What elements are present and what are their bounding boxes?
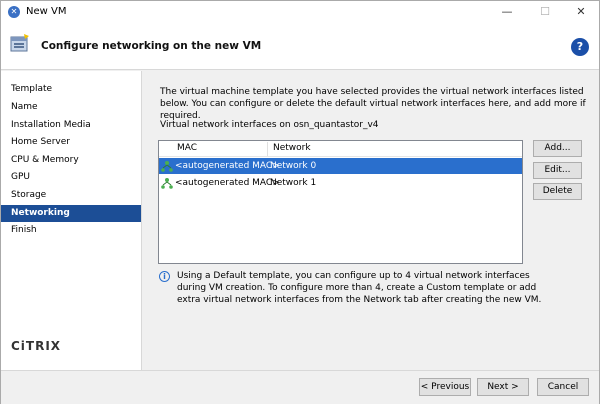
new-vm-window: ✕ New VM — ☐ ✕ Configure networking on t… [0,0,600,404]
window-title: New VM [26,6,67,17]
network-interface-icon [161,178,173,189]
table-row[interactable]: <autogenerated MAC> Network 1 [159,175,522,191]
column-header-mac[interactable]: MAC [177,143,197,153]
page-title: Configure networking on the new VM [41,40,262,52]
sidebar-item-gpu[interactable]: GPU [1,169,141,186]
intro-text: The virtual machine template you have se… [160,87,586,121]
citrix-logo: CiTRIX [11,339,62,353]
close-button[interactable]: ✕ [564,3,598,21]
cancel-button[interactable]: Cancel [537,378,589,396]
cell-mac: <autogenerated MAC> [175,178,280,188]
cell-mac: <autogenerated MAC> [175,161,280,171]
network-interface-icon [161,161,173,172]
vm-wizard-icon [10,34,29,52]
help-button[interactable]: ? [571,38,589,56]
xencenter-app-icon: ✕ [8,6,20,18]
column-header-network[interactable]: Network [273,143,311,153]
maximize-button[interactable]: ☐ [528,3,562,21]
cell-network: Network 0 [270,161,317,171]
info-icon: i [159,271,170,282]
wizard-steps-sidebar: Template Name Installation Media Home Se… [1,71,142,370]
interfaces-caption: Virtual network interfaces on osn_quanta… [160,120,379,130]
sidebar-item-template[interactable]: Template [1,81,141,98]
grid-header: MAC Network [159,141,522,157]
sidebar-item-installation-media[interactable]: Installation Media [1,117,141,134]
table-row[interactable]: <autogenerated MAC> Network 0 [159,158,522,174]
sidebar-item-finish[interactable]: Finish [1,222,141,239]
edit-button[interactable]: Edit... [533,162,582,179]
title-bar: ✕ New VM — ☐ ✕ [1,1,599,23]
sidebar-item-storage[interactable]: Storage [1,187,141,204]
sidebar-item-name[interactable]: Name [1,99,141,116]
add-button[interactable]: Add... [533,140,582,157]
networking-page: The virtual machine template you have se… [143,71,599,370]
previous-button[interactable]: < Previous [419,378,471,396]
info-text: Using a Default template, you can config… [177,271,542,305]
wizard-header: Configure networking on the new VM ? [1,23,599,70]
delete-button[interactable]: Delete [533,183,582,200]
network-interfaces-grid[interactable]: MAC Network <autogenerated MAC> Network … [158,140,523,264]
sidebar-item-home-server[interactable]: Home Server [1,134,141,151]
wizard-footer: < Previous Next > Cancel [1,370,599,404]
cell-network: Network 1 [270,178,317,188]
next-button[interactable]: Next > [477,378,529,396]
column-separator [267,142,268,156]
sidebar-item-networking[interactable]: Networking [1,205,141,222]
minimize-button[interactable]: — [490,3,524,21]
sidebar-item-cpu-memory[interactable]: CPU & Memory [1,152,141,169]
